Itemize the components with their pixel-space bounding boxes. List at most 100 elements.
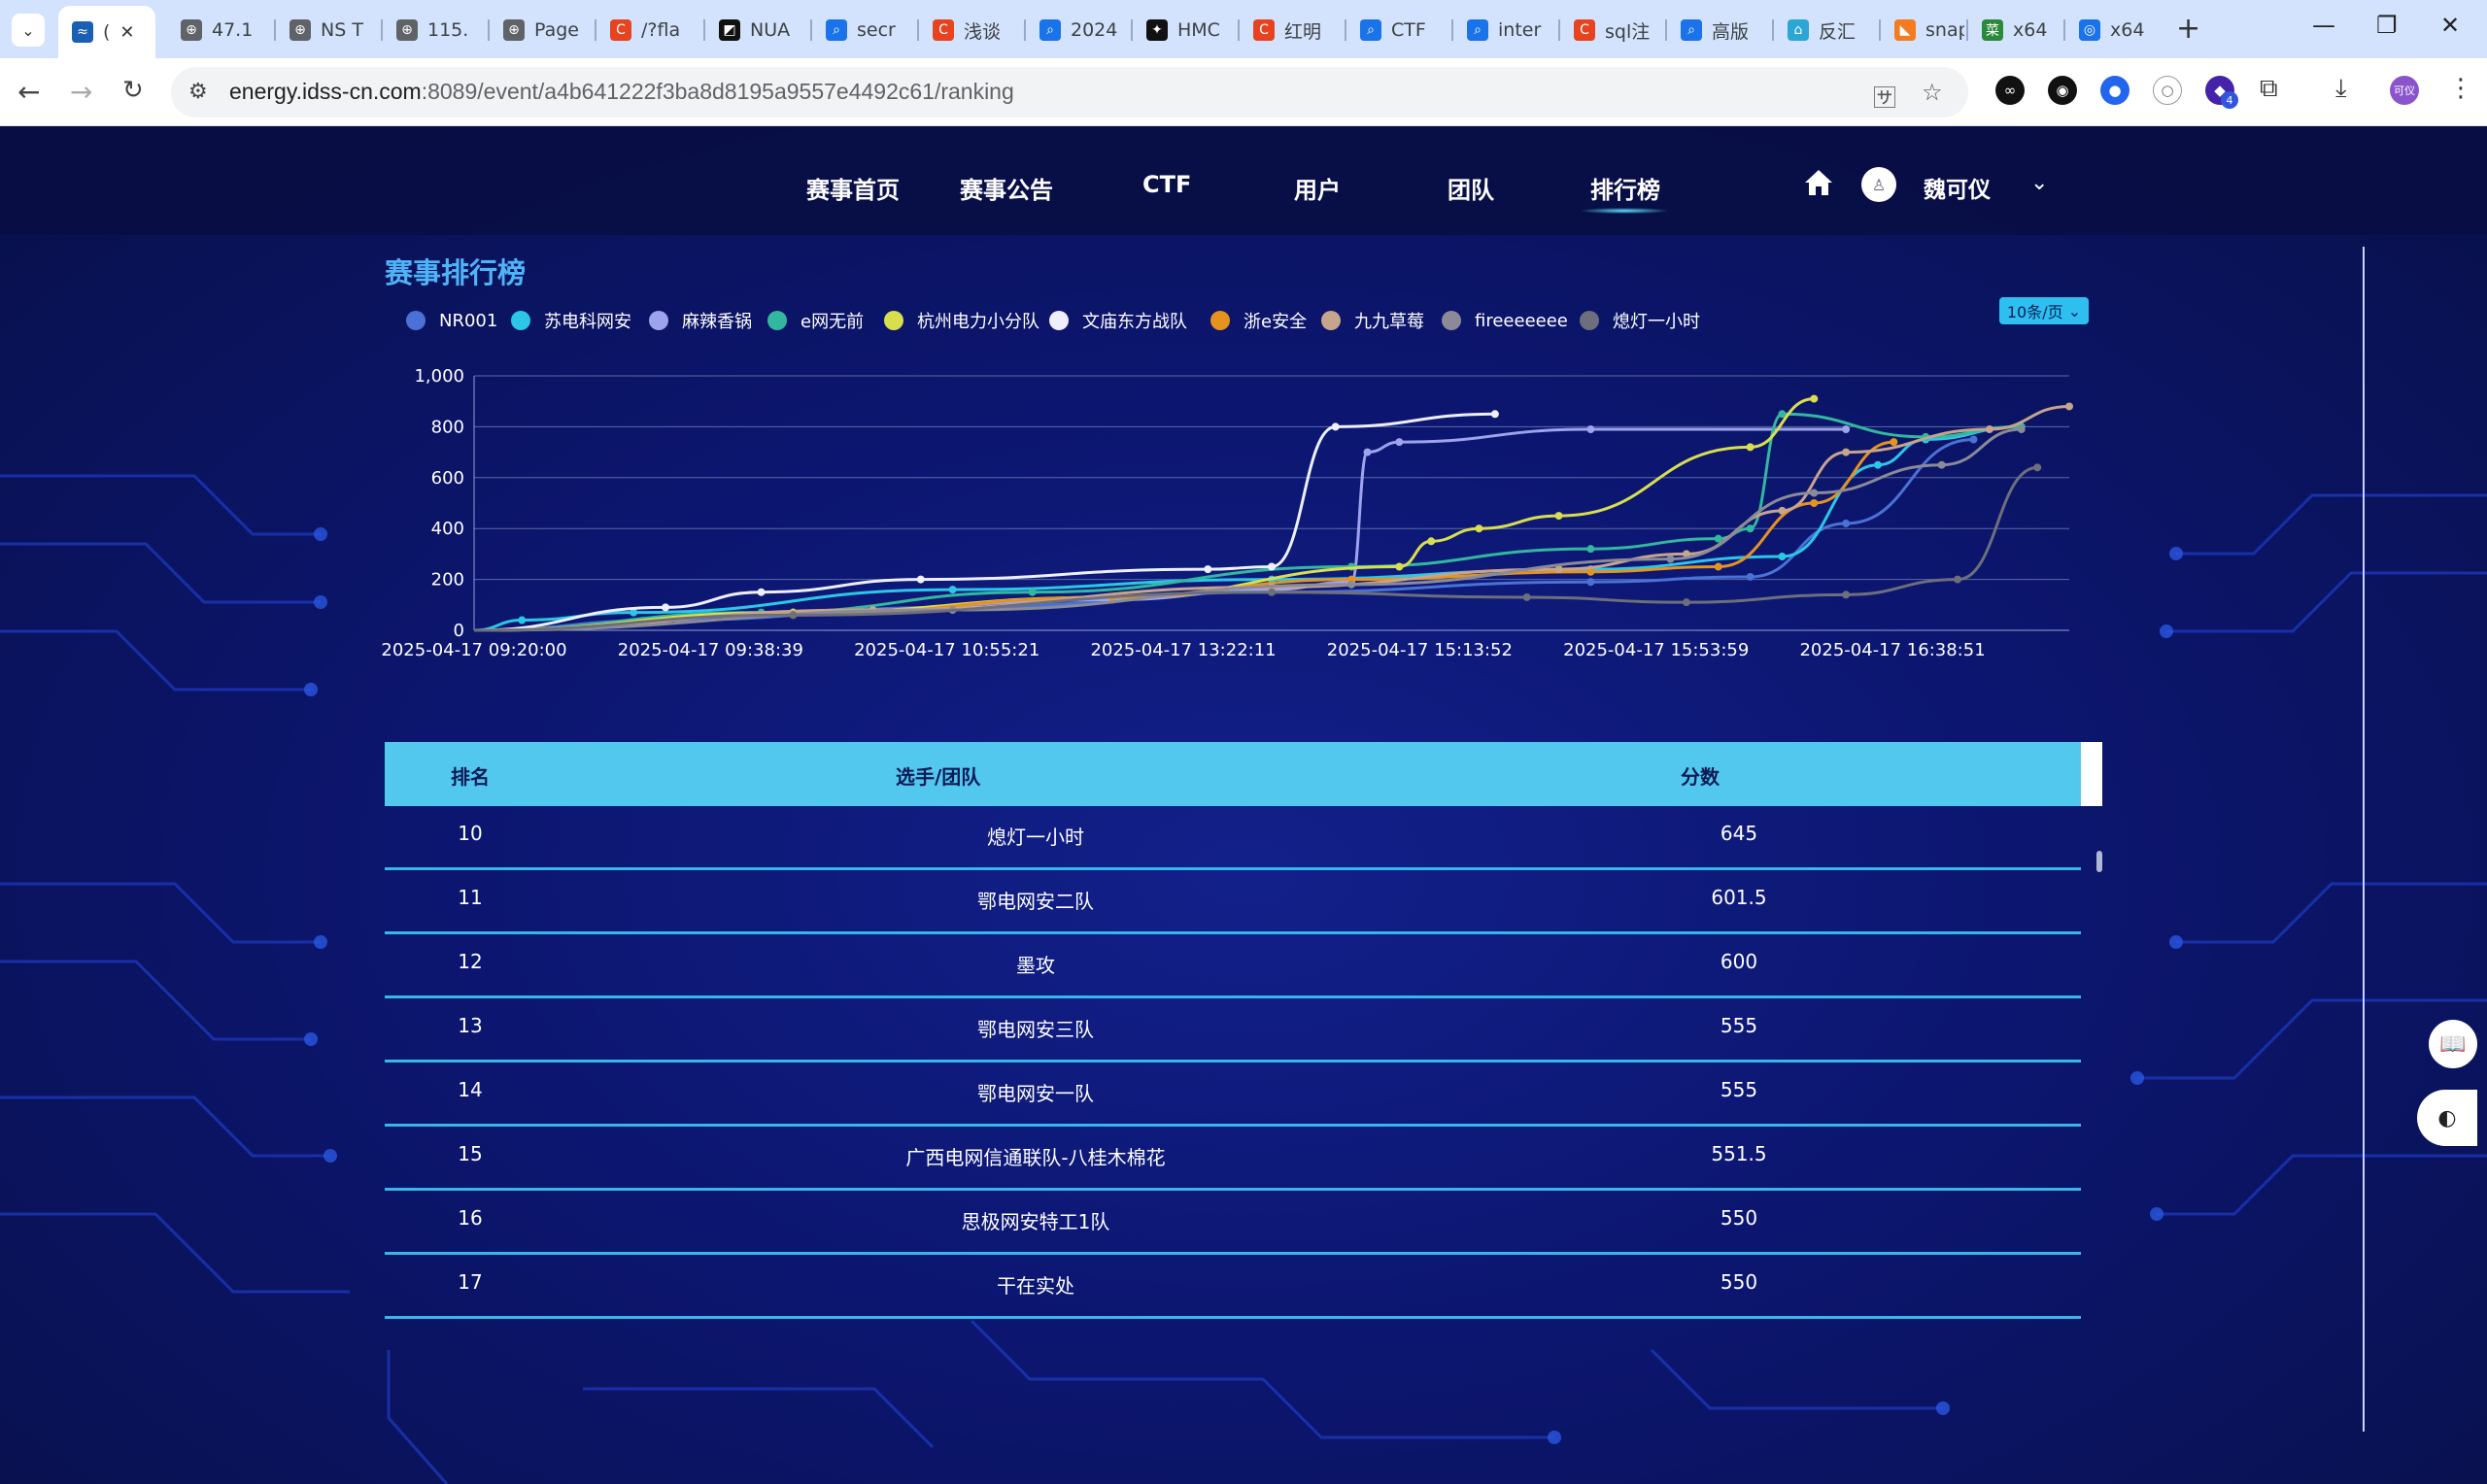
browser-tab[interactable]: ◣ snap <box>1881 8 1964 52</box>
site-header: 赛事首页 赛事公告 CTF 用户 团队 排行榜 ♙ 魏可仪 ⌄ <box>0 126 2487 235</box>
tab-separator <box>1665 19 1667 41</box>
browser-tab[interactable]: 菜 x64 <box>1968 8 2061 52</box>
book-icon[interactable]: 📖 <box>2429 1020 2477 1068</box>
browser-tab[interactable]: ⌂ 反汇 <box>1774 8 1877 52</box>
nav-item[interactable]: 赛事首页 <box>806 171 900 205</box>
legend-item[interactable]: 九九草莓 <box>1321 307 1424 334</box>
site-info-icon[interactable]: ⚙ <box>188 80 208 104</box>
maximize-button[interactable]: ❐ <box>2376 12 2398 39</box>
extensions-puzzle-icon[interactable]: ⧉ <box>2260 74 2278 104</box>
table-row[interactable]: 14 鄂电网安一队 555 <box>385 1062 2081 1127</box>
tab-label: /?fla <box>641 19 681 41</box>
reload-icon[interactable]: ↻ <box>122 76 144 105</box>
browser-tab[interactable]: ⊕ NS T <box>276 8 379 52</box>
nav-item[interactable]: 用户 <box>1294 171 1341 205</box>
table-row[interactable]: 17 干在实处 550 <box>385 1255 2081 1319</box>
browser-tab[interactable]: ✦ HMC <box>1133 8 1236 52</box>
extension-mask-icon[interactable]: ◉ <box>2048 76 2077 105</box>
tab-label: NUA <box>750 19 791 41</box>
browser-tab[interactable]: ⊕ 115. <box>383 8 486 52</box>
browser-menu-icon[interactable]: ⋮ <box>2448 74 2473 103</box>
extension-infinity-icon[interactable]: ∞ <box>1995 76 2025 105</box>
tab-label: 115. <box>427 19 469 41</box>
legend-dot <box>767 311 787 330</box>
new-tab-button[interactable]: + <box>2176 12 2200 46</box>
profile-avatar[interactable]: 可仪 <box>2390 76 2419 105</box>
translate-icon[interactable]: 🈂 <box>1873 79 1896 113</box>
legend-dot <box>1210 311 1230 330</box>
score-cell: 600 <box>1720 950 1758 973</box>
username[interactable]: 魏可仪 <box>1924 171 1991 204</box>
extension-chat-icon[interactable]: ● <box>2100 76 2129 105</box>
browser-tab[interactable]: Csql注 <box>1560 8 1663 52</box>
home-icon[interactable] <box>1803 167 1834 198</box>
legend-item[interactable]: e网无前 <box>767 307 864 334</box>
tab-label: snap <box>1925 19 1964 41</box>
tab-favicon-icon: C <box>933 19 954 41</box>
table-row[interactable]: 10 熄灯一小时 645 <box>385 806 2081 870</box>
legend-item[interactable]: 熄灯一小时 <box>1580 307 1700 334</box>
table-row[interactable]: 15 广西电网信通联队-八桂木棉花 551.5 <box>385 1127 2081 1191</box>
legend-dot <box>884 311 903 330</box>
back-icon[interactable]: ← <box>17 76 40 108</box>
legend-item[interactable]: 杭州电力小分队 <box>884 307 1039 334</box>
browser-tab[interactable]: ⊕ Page <box>490 8 593 52</box>
extension-bubble-icon[interactable]: ○ <box>2153 76 2182 105</box>
rank-cell: 10 <box>458 822 483 845</box>
table-row[interactable]: 12 墨攻 600 <box>385 934 2081 998</box>
legend-item[interactable]: fireeeeeee <box>1442 307 1568 334</box>
legend-item[interactable]: 浙e安全 <box>1210 307 1307 334</box>
tab-separator <box>488 19 490 41</box>
active-nav-indicator <box>1582 208 1667 214</box>
page-size-select[interactable]: 10条/页 ⌄ <box>1999 297 2089 324</box>
browser-tab[interactable]: ⌕ secr <box>812 8 915 52</box>
nav-item[interactable]: 团队 <box>1448 171 1494 205</box>
downloads-icon[interactable]: ⤓ <box>2335 74 2347 104</box>
nav-item[interactable]: CTF <box>1142 171 1191 198</box>
table-row[interactable]: 13 鄂电网安三队 555 <box>385 998 2081 1062</box>
legend-dot <box>1442 311 1461 330</box>
forward-icon[interactable]: → <box>70 76 92 108</box>
browser-tab[interactable]: ⌕ 高版 <box>1667 8 1770 52</box>
browser-tab[interactable]: ≈ (✕ <box>58 6 155 58</box>
tab-favicon-icon: ⊕ <box>181 19 202 41</box>
bookmark-star-icon[interactable]: ☆ <box>1922 79 1943 106</box>
browser-tab[interactable]: ⌕ inter <box>1453 8 1556 52</box>
nav-item[interactable]: 排行榜 <box>1590 171 1660 205</box>
chevron-down-icon[interactable]: ⌄ <box>2030 171 2048 195</box>
legend-item[interactable]: 麻辣香锅 <box>649 307 752 334</box>
browser-tab[interactable]: C 浅谈 <box>919 8 1022 52</box>
legend-item[interactable]: NR001 <box>406 307 497 334</box>
browser-tab[interactable]: C /?fla <box>596 8 699 52</box>
browser-tab[interactable]: C 红明 <box>1240 8 1343 52</box>
table-row[interactable]: 11 鄂电网安二队 601.5 <box>385 870 2081 934</box>
assistant-globe-icon[interactable]: ◐ <box>2417 1090 2477 1146</box>
close-window-button[interactable]: ✕ <box>2440 12 2460 39</box>
legend-item[interactable]: 文庙东方战队 <box>1049 307 1187 334</box>
browser-tab[interactable]: ◩ NUA <box>705 8 808 52</box>
tab-separator <box>1772 19 1774 41</box>
browser-tab[interactable]: ⌕ 2024 <box>1026 8 1129 52</box>
tab-search-button[interactable]: ⌄ <box>12 14 45 47</box>
score-cell: 555 <box>1720 1078 1758 1101</box>
nav-item[interactable]: 赛事公告 <box>960 171 1053 205</box>
tab-favicon-icon: ≈ <box>72 21 93 43</box>
url-text[interactable]: energy.idss-cn.com:8089/event/a4b641222f… <box>229 79 1014 105</box>
tab-favicon-icon: ⌕ <box>1467 19 1488 41</box>
browser-tab[interactable]: ◎ x64 <box>2065 8 2163 52</box>
user-avatar[interactable]: ♙ <box>1861 167 1896 202</box>
table-row[interactable]: 16 思极网安特工1队 550 <box>385 1191 2081 1255</box>
browser-tab[interactable]: ⌕ CTF <box>1346 8 1449 52</box>
minimize-button[interactable]: — <box>2312 12 2335 39</box>
tab-separator <box>1558 19 1560 41</box>
browser-tab[interactable]: ⊕ 47.1 <box>167 8 270 52</box>
scrollbar-thumb[interactable] <box>2096 851 2102 872</box>
browser-tab-bar: ⌄ ≈ (✕ ⊕ 47.1 ⊕ NS T ⊕ 115. ⊕ Page C /?fla ◩ NUA ⌕ secr… <box>0 0 2487 58</box>
tab-separator <box>1238 19 1240 41</box>
table-scrollbar[interactable] <box>2081 742 2102 1414</box>
team-cell: 广西电网信通联队-八桂木棉花 <box>905 1146 1166 1169</box>
address-bar[interactable]: ⚙ energy.idss-cn.com:8089/event/a4b64122… <box>171 67 1968 118</box>
tab-separator <box>1131 19 1133 41</box>
legend-item[interactable]: 苏电科网安 <box>511 307 631 334</box>
tab-close-icon[interactable]: ✕ <box>119 22 134 43</box>
